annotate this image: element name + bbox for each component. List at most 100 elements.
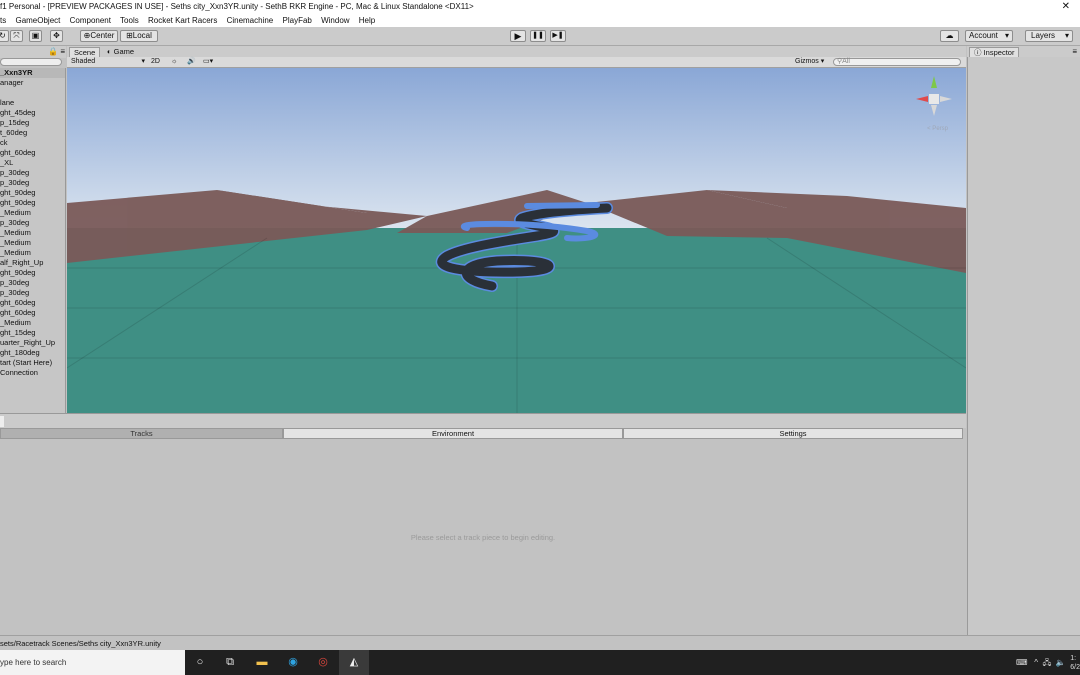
taskbar-search-input[interactable]: ype here to search bbox=[0, 650, 185, 675]
clock-date: 6/2 bbox=[1070, 663, 1080, 671]
hierarchy-item[interactable]: Connection bbox=[0, 368, 65, 378]
tab-scene[interactable]: Scene bbox=[69, 47, 101, 57]
shading-mode-dropdown[interactable]: Shaded ▾ bbox=[71, 57, 147, 67]
inspector-tab-strip: ⓘ Inspector ≡ bbox=[967, 46, 1080, 57]
menu-assets[interactable]: ts bbox=[0, 16, 6, 25]
hierarchy-item[interactable]: ght_180deg bbox=[0, 348, 65, 358]
gizmos-label: Gizmos bbox=[795, 58, 819, 65]
hierarchy-item[interactable]: ght_60deg bbox=[0, 298, 65, 308]
hierarchy-item[interactable]: _Medium bbox=[0, 318, 65, 328]
hierarchy-item[interactable]: p_30deg bbox=[0, 168, 65, 178]
rotate-tool-icon[interactable]: ↻ bbox=[0, 30, 9, 42]
audio-icon[interactable]: 🔊 bbox=[187, 57, 196, 67]
menu-component[interactable]: Component bbox=[70, 16, 111, 25]
chrome-icon[interactable]: ◎ bbox=[308, 650, 338, 675]
hierarchy-item[interactable]: p_30deg bbox=[0, 278, 65, 288]
tab-game[interactable]: ◐ Game bbox=[103, 47, 138, 57]
tab-tracks[interactable]: Tracks bbox=[0, 428, 283, 439]
chevron-down-icon: ▾ bbox=[1004, 31, 1009, 40]
cortana-icon[interactable]: ○ bbox=[185, 650, 215, 675]
unity-icon[interactable]: ◭ bbox=[339, 650, 369, 675]
scene-viewport[interactable]: < Persp bbox=[67, 68, 966, 413]
hierarchy-item[interactable] bbox=[0, 88, 65, 98]
transform-tool-icon[interactable]: ✥ bbox=[50, 30, 63, 42]
hierarchy-item[interactable]: p_30deg bbox=[0, 178, 65, 188]
menu-playfab[interactable]: PlayFab bbox=[283, 16, 312, 25]
hierarchy-item[interactable]: ck bbox=[0, 138, 65, 148]
main-toolbar: ↻ ⤧ ▣ ✥ ⊕Center ⊞Local ▶ ❚❚ ▶❚ ☁ Account… bbox=[0, 27, 1080, 46]
menu-gameobject[interactable]: GameObject bbox=[15, 16, 60, 25]
pause-button[interactable]: ❚❚ bbox=[530, 30, 546, 42]
scene-search-input[interactable]: ⚲All bbox=[833, 58, 961, 66]
hierarchy-panel: _Xxn3YR anager lane ght_45deg p_15deg t_60de… bbox=[0, 68, 66, 413]
panel-menu-icon[interactable]: ≡ bbox=[1072, 47, 1077, 56]
step-button[interactable]: ▶❚ bbox=[550, 30, 566, 42]
hierarchy-item[interactable]: lane bbox=[0, 98, 65, 108]
file-explorer-icon[interactable]: ▬ bbox=[247, 650, 277, 675]
cloud-icon[interactable]: ☁ bbox=[940, 30, 959, 42]
scale-tool-icon[interactable]: ⤧ bbox=[10, 30, 23, 42]
layers-label: Layers bbox=[1031, 31, 1056, 40]
menu-rocket-kart-racers[interactable]: Rocket Kart Racers bbox=[148, 16, 217, 25]
play-button[interactable]: ▶ bbox=[510, 30, 526, 42]
hierarchy-item[interactable]: anager bbox=[0, 78, 65, 88]
task-view-icon[interactable]: ⧉ bbox=[215, 650, 245, 675]
hierarchy-item[interactable]: ght_90deg bbox=[0, 188, 65, 198]
layers-dropdown[interactable]: Layers ▾ bbox=[1025, 30, 1073, 42]
hierarchy-item[interactable]: alf_Right_Up bbox=[0, 258, 65, 268]
orientation-gizmo[interactable] bbox=[914, 74, 954, 118]
hierarchy-item[interactable]: p_30deg bbox=[0, 218, 65, 228]
hierarchy-item[interactable]: tart (Start Here) bbox=[0, 358, 65, 368]
effects-icon[interactable]: ▭▾ bbox=[203, 57, 213, 67]
scene-tab-strip: Scene ◐ Game bbox=[67, 46, 966, 57]
account-dropdown[interactable]: Account ▾ bbox=[965, 30, 1013, 42]
lock-icon[interactable]: 🔒 bbox=[48, 47, 58, 56]
menu-window[interactable]: Window bbox=[321, 16, 349, 25]
lighting-icon[interactable]: ☼ bbox=[171, 57, 177, 67]
hierarchy-item[interactable]: _Medium bbox=[0, 208, 65, 218]
hierarchy-scene-root[interactable]: _Xxn3YR bbox=[0, 68, 65, 78]
edge-icon[interactable]: ◉ bbox=[278, 650, 308, 675]
hierarchy-item[interactable]: _Medium bbox=[0, 248, 65, 258]
hierarchy-item[interactable]: ght_15deg bbox=[0, 328, 65, 338]
tab-settings[interactable]: Settings bbox=[623, 428, 963, 439]
panel-menu-icon[interactable]: ≡ bbox=[60, 47, 65, 56]
tab-inspector[interactable]: ⓘ Inspector bbox=[969, 47, 1020, 57]
hierarchy-item[interactable]: _Medium bbox=[0, 238, 65, 248]
menu-help[interactable]: Help bbox=[359, 16, 375, 25]
scene-path: sets/Racetrack Scenes/Seths city_Xxn3YR.… bbox=[0, 639, 161, 648]
hierarchy-list: anager lane ght_45deg p_15deg t_60deg ck ght_6… bbox=[0, 78, 65, 378]
inspector-panel bbox=[967, 57, 1080, 635]
clock[interactable]: 1: 6/2 bbox=[1070, 654, 1080, 672]
rect-tool-icon[interactable]: ▣ bbox=[29, 30, 42, 42]
hierarchy-item[interactable]: ght_60deg bbox=[0, 308, 65, 318]
space-local-button[interactable]: ⊞Local bbox=[120, 30, 158, 42]
perspective-label[interactable]: < Persp bbox=[927, 126, 948, 132]
window-title: f1 Personal - [PREVIEW PACKAGES IN USE] … bbox=[0, 2, 474, 11]
panel-tab[interactable] bbox=[0, 416, 4, 427]
close-icon[interactable]: ✕ bbox=[1062, 0, 1070, 14]
hierarchy-item[interactable]: t_60deg bbox=[0, 128, 65, 138]
menu-bar: ts GameObject Component Tools Rocket Kar… bbox=[0, 14, 1080, 27]
hierarchy-item[interactable]: ght_90deg bbox=[0, 268, 65, 278]
hierarchy-item[interactable]: _XL bbox=[0, 158, 65, 168]
network-icon[interactable]: 🖧 bbox=[1042, 658, 1051, 667]
2d-toggle[interactable]: 2D bbox=[151, 57, 163, 67]
hierarchy-item[interactable]: ght_60deg bbox=[0, 148, 65, 158]
chevron-up-icon[interactable]: ^ bbox=[1034, 658, 1038, 667]
pivot-center-button[interactable]: ⊕Center bbox=[80, 30, 118, 42]
menu-cinemachine[interactable]: Cinemachine bbox=[227, 16, 274, 25]
hierarchy-search-input[interactable] bbox=[0, 58, 62, 66]
menu-tools[interactable]: Tools bbox=[120, 16, 139, 25]
hierarchy-item[interactable]: p_15deg bbox=[0, 118, 65, 128]
volume-icon[interactable]: 🔈 bbox=[1056, 658, 1066, 667]
hierarchy-item[interactable]: ght_90deg bbox=[0, 198, 65, 208]
hierarchy-item[interactable]: uarter_Right_Up bbox=[0, 338, 65, 348]
gizmos-dropdown[interactable]: Gizmos ▾ bbox=[795, 57, 829, 67]
hierarchy-item[interactable]: ght_45deg bbox=[0, 108, 65, 118]
keyboard-icon[interactable]: ⌨ bbox=[1016, 658, 1028, 667]
chevron-down-icon: ▾ bbox=[820, 58, 825, 65]
tab-environment[interactable]: Environment bbox=[283, 428, 623, 439]
hierarchy-item[interactable]: p_30deg bbox=[0, 288, 65, 298]
hierarchy-item[interactable]: _Medium bbox=[0, 228, 65, 238]
